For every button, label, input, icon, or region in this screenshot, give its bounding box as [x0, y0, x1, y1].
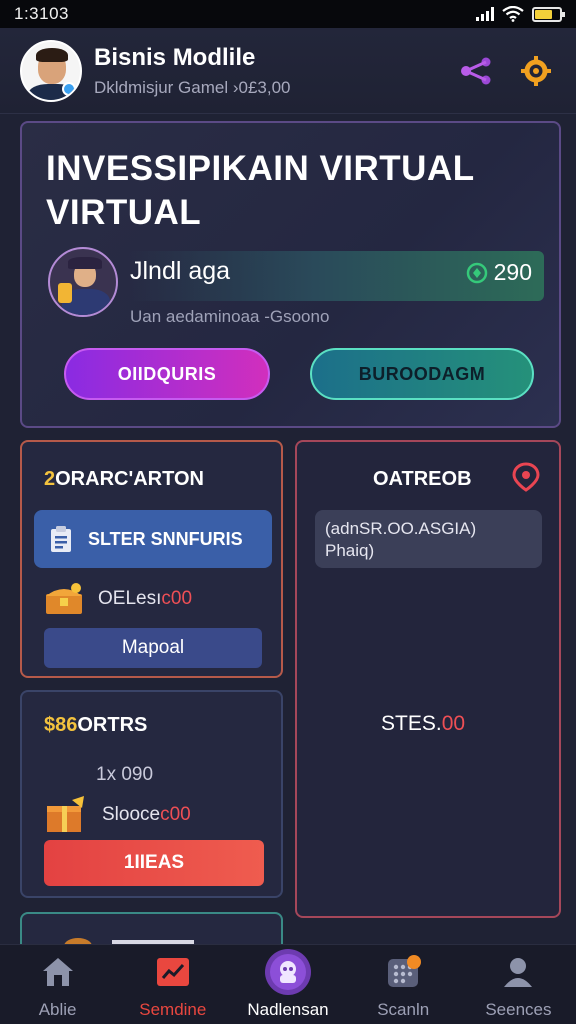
card-title-accent: 2	[44, 468, 56, 490]
share-icon[interactable]	[456, 51, 496, 91]
hero-title: INVESSIPIKAIN VIRTUAL VIRTUAL	[46, 149, 474, 232]
orders-multiplier: 1x 090	[96, 764, 154, 785]
chart-icon	[149, 950, 197, 994]
location-pin-icon[interactable]	[511, 462, 541, 492]
orders-title-accent: $86	[44, 714, 78, 736]
hero-caption: Uan aedaminoaa -Gsoono	[130, 307, 330, 326]
status-time: 1:3103	[14, 4, 69, 23]
card-title: 2ORARC'ARTON	[44, 468, 204, 491]
player-avatar[interactable]	[48, 247, 118, 317]
clipboard-icon	[51, 526, 71, 552]
reward-text: OELesıc00	[98, 588, 193, 609]
player-name: Jlndl aga	[130, 257, 231, 285]
nav-label-profile: Seences	[485, 1000, 552, 1019]
avatar[interactable]	[20, 39, 82, 102]
info-line-1: (adnSR.OO.ASGIA)	[325, 519, 477, 538]
location-card: OATREOB (adnSR.OO.ASGIA) Phaiq) STES.00	[295, 440, 561, 918]
primary-action-button[interactable]: OIIDQURIS	[64, 348, 270, 400]
gift-box-icon	[47, 796, 84, 832]
location-info-box: (adnSR.OO.ASGIA) Phaiq)	[315, 510, 542, 568]
nav-label-home: Ablie	[38, 1000, 77, 1019]
reward-row: OELesıc00	[44, 582, 192, 616]
hero-card: INVESSIPIKAIN VIRTUAL VIRTUAL Jlndl aga …	[20, 121, 561, 428]
settings-gear-icon[interactable]	[516, 51, 556, 91]
header-text: Bisnis Modlile Dkldmisjur Gamel ›0£3,00	[94, 44, 436, 98]
bottom-nav: Ablie Semdine Nadlensan Scanln Seences	[0, 944, 576, 1024]
nav-item-chart[interactable]: Semdine	[115, 945, 230, 1024]
money-icon	[466, 262, 487, 283]
page-title: Bisnis Modlile	[94, 43, 256, 71]
orders-row: Sloocec00	[44, 796, 191, 834]
status-bar: 1:3103	[0, 0, 576, 28]
orders-action-button[interactable]: 1IIEAS	[44, 840, 264, 886]
nav-item-profile[interactable]: Seences	[461, 945, 576, 1024]
header-subtitle: Dkldmisjur Gamel ›0£3,00	[94, 77, 291, 97]
upgrade-card: 2ORARC'ARTON SLTER SNNFURIS OELesıc00 Ma…	[20, 440, 283, 678]
nav-item-grid[interactable]: Scanln	[346, 945, 461, 1024]
app-header: Bisnis Modlile Dkldmisjur Gamel ›0£3,00	[0, 28, 576, 114]
nav-label-chart: Semdine	[139, 1000, 207, 1019]
grid-icon	[379, 950, 427, 994]
info-line-2: Phaiq)	[325, 541, 375, 560]
nav-item-game[interactable]: Nadlensan	[230, 945, 345, 1024]
card-title-text: ORARC'ARTON	[55, 468, 204, 490]
signal-icon	[476, 7, 494, 21]
location-value: STES.00	[381, 712, 466, 735]
notification-dot	[406, 955, 421, 969]
feature-button-label: SLTER SNNFURIS	[88, 528, 243, 549]
secondary-action-button[interactable]: BUROODAGM	[310, 348, 534, 400]
player-value: 290	[466, 259, 532, 286]
orders-card-title: $86ORTRS	[44, 714, 147, 737]
profile-icon	[494, 950, 542, 994]
map-button[interactable]: Mapoal	[44, 628, 262, 668]
orders-row-text: Sloocec00	[102, 804, 191, 825]
battery-icon	[532, 6, 565, 22]
player-value-text: 290	[493, 259, 532, 285]
game-icon	[264, 949, 312, 995]
wifi-icon	[502, 6, 524, 22]
orders-card: $86ORTRS 1x 090 Sloocec00 1IIEAS	[20, 690, 283, 898]
treasure-chest-icon	[46, 583, 82, 614]
nav-label-grid: Scanln	[377, 1000, 430, 1019]
nav-label-game: Nadlensan	[247, 1000, 329, 1019]
status-icons	[476, 6, 565, 22]
nav-item-home[interactable]: Ablie	[0, 945, 115, 1024]
home-icon	[34, 950, 82, 994]
orders-title-text: ORTRS	[77, 714, 148, 736]
location-card-title: OATREOB	[373, 468, 472, 490]
feature-button[interactable]: SLTER SNNFURIS	[34, 510, 272, 568]
